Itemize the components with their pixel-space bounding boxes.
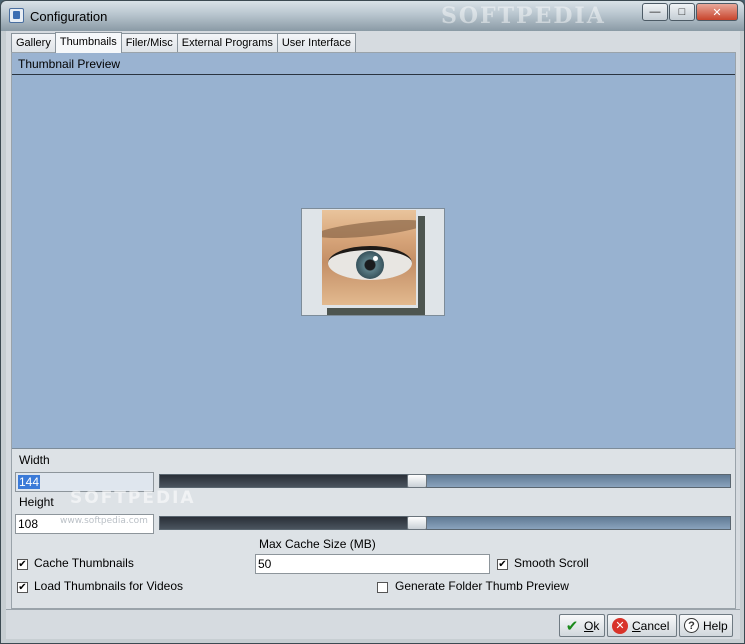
smooth-scroll-checkbox[interactable]: ✔ [497,559,508,570]
tab-strip: Gallery Thumbnails Filer/Misc External P… [11,32,356,53]
window-title: Configuration [30,9,108,24]
minimize-button[interactable]: — [642,3,668,21]
maximize-button[interactable]: □ [669,3,695,21]
thumbnail-shadow-right [418,216,425,308]
height-slider-fill [160,517,417,529]
width-slider-handle[interactable] [407,474,427,488]
softpedia-url-watermark: www.softpedia.com [60,516,148,526]
iris-shape [356,251,384,279]
title-watermark: SOFTPEDIA [441,3,606,29]
width-slider-fill [160,475,417,487]
eyebrow-shape [322,216,416,242]
eye-glint [373,256,378,261]
close-button[interactable]: ✕ [696,3,738,21]
max-cache-value: 50 [258,557,272,571]
thumbnail-preview [301,208,445,316]
app-icon[interactable] [9,8,24,23]
tab-user-interface[interactable]: User Interface [276,33,356,52]
tab-external-programs[interactable]: External Programs [176,33,278,52]
smooth-scroll-label[interactable]: Smooth Scroll [514,556,589,570]
thumbnail-preview-area [12,75,735,449]
width-slider[interactable] [159,474,731,488]
dialog-client-area: Gallery Thumbnails Filer/Misc External P… [6,31,740,639]
height-value: 108 [18,517,39,531]
tab-filer-misc[interactable]: Filer/Misc [120,33,178,52]
thumbnails-panel: Thumbnail Preview Width 144 SOFTPEDIA He… [11,52,736,609]
tab-thumbnails[interactable]: Thumbnails [54,32,122,53]
load-videos-label[interactable]: Load Thumbnails for Videos [34,579,183,593]
height-slider-handle[interactable] [407,516,427,530]
minimize-icon: — [649,6,661,18]
cache-thumbnails-label[interactable]: Cache Thumbnails [34,556,134,570]
title-bar[interactable]: SOFTPEDIA Configuration — □ ✕ [1,1,744,31]
close-icon: ✕ [712,6,722,19]
folder-preview-checkbox[interactable] [377,582,388,593]
preview-header: Thumbnail Preview [12,53,735,75]
load-videos-checkbox[interactable]: ✔ [17,582,28,593]
height-slider[interactable] [159,516,731,530]
eye-image [322,210,416,305]
max-cache-field[interactable]: 50 [255,554,490,574]
button-bar: ✔ Ok ✕ Cancel ? Help [6,609,740,639]
cancel-icon: ✕ [612,617,628,634]
checkmark-icon: ✔ [565,617,579,635]
width-label: Width [19,453,50,467]
configuration-window: SOFTPEDIA Configuration — □ ✕ Gallery Th… [0,0,745,644]
ok-button[interactable]: ✔ Ok [559,614,605,637]
help-button[interactable]: ? Help [679,614,733,637]
cache-thumbnails-checkbox[interactable]: ✔ [17,559,28,570]
help-label: Help [703,618,728,633]
tab-gallery[interactable]: Gallery [11,33,56,52]
eye-shape [328,246,412,280]
max-cache-label: Max Cache Size (MB) [259,537,376,551]
thumbnail-shadow-bottom [327,308,425,315]
height-label: Height [19,495,54,509]
question-icon: ? [684,618,699,633]
cancel-button[interactable]: ✕ Cancel [607,614,677,637]
ok-label: Ok [584,618,600,633]
folder-preview-label[interactable]: Generate Folder Thumb Preview [395,579,569,593]
window-controls: — □ ✕ [641,3,738,21]
cancel-label: Cancel [632,618,670,633]
maximize-icon: □ [678,6,686,18]
softpedia-watermark: SOFTPEDIA [70,488,196,508]
width-value: 144 [18,475,41,489]
